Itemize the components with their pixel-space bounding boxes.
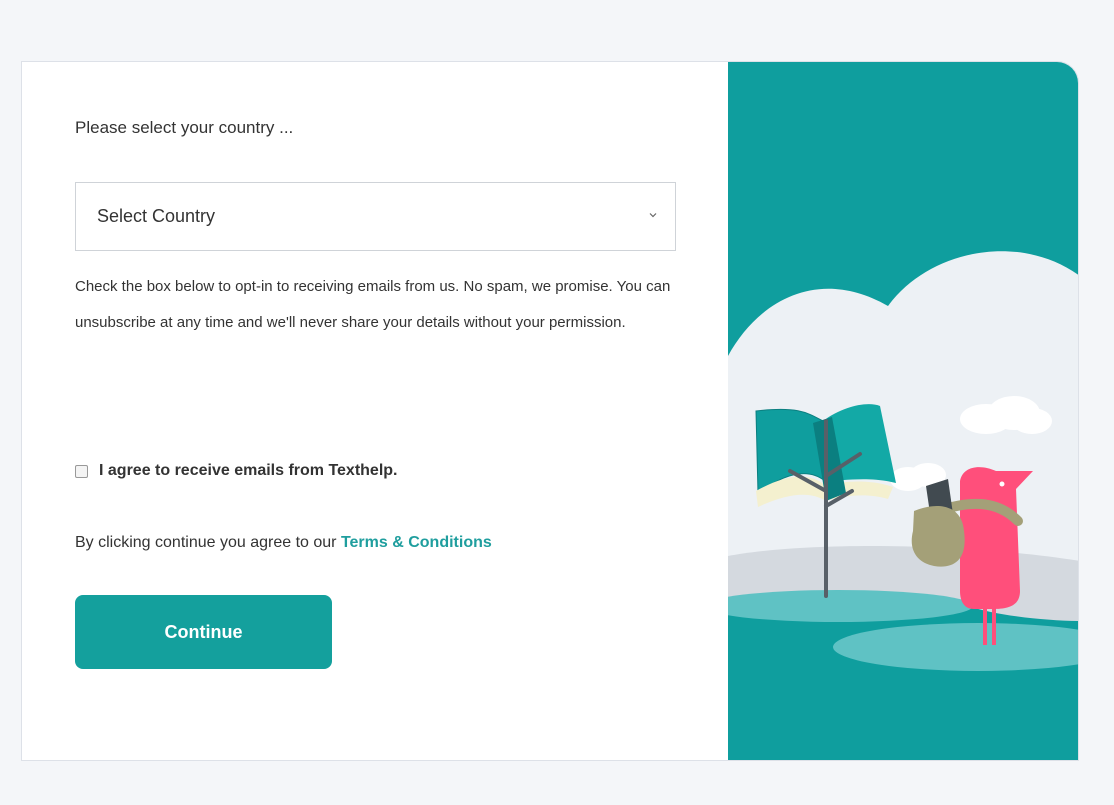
country-select[interactable]: Select Country — [75, 182, 676, 251]
form-panel: Please select your country ... Select Co… — [22, 62, 728, 760]
opt-in-description: Check the box below to opt-in to receivi… — [75, 278, 671, 331]
reading-bird-illustration — [728, 251, 1078, 760]
agree-row: I agree to receive emails from Texthelp. — [75, 462, 398, 480]
bird-eye — [999, 481, 1005, 487]
agree-checkbox-label[interactable]: I agree to receive emails from Texthelp. — [99, 462, 398, 480]
chevron-down-icon — [649, 213, 657, 218]
continue-button[interactable]: Continue — [75, 595, 332, 669]
signup-card: Please select your country ... Select Co… — [21, 61, 1079, 761]
country-select-value: Select Country — [97, 206, 216, 226]
satchel — [911, 505, 965, 567]
agree-checkbox[interactable] — [75, 464, 88, 478]
country-prompt: Please select your country ... — [75, 118, 294, 137]
illustration-panel — [728, 62, 1078, 760]
terms-link[interactable]: Terms & Conditions — [341, 534, 492, 551]
terms-notice: By clicking continue you agree to our Te… — [75, 534, 492, 552]
terms-prefix: By clicking continue you agree to our — [75, 534, 341, 551]
